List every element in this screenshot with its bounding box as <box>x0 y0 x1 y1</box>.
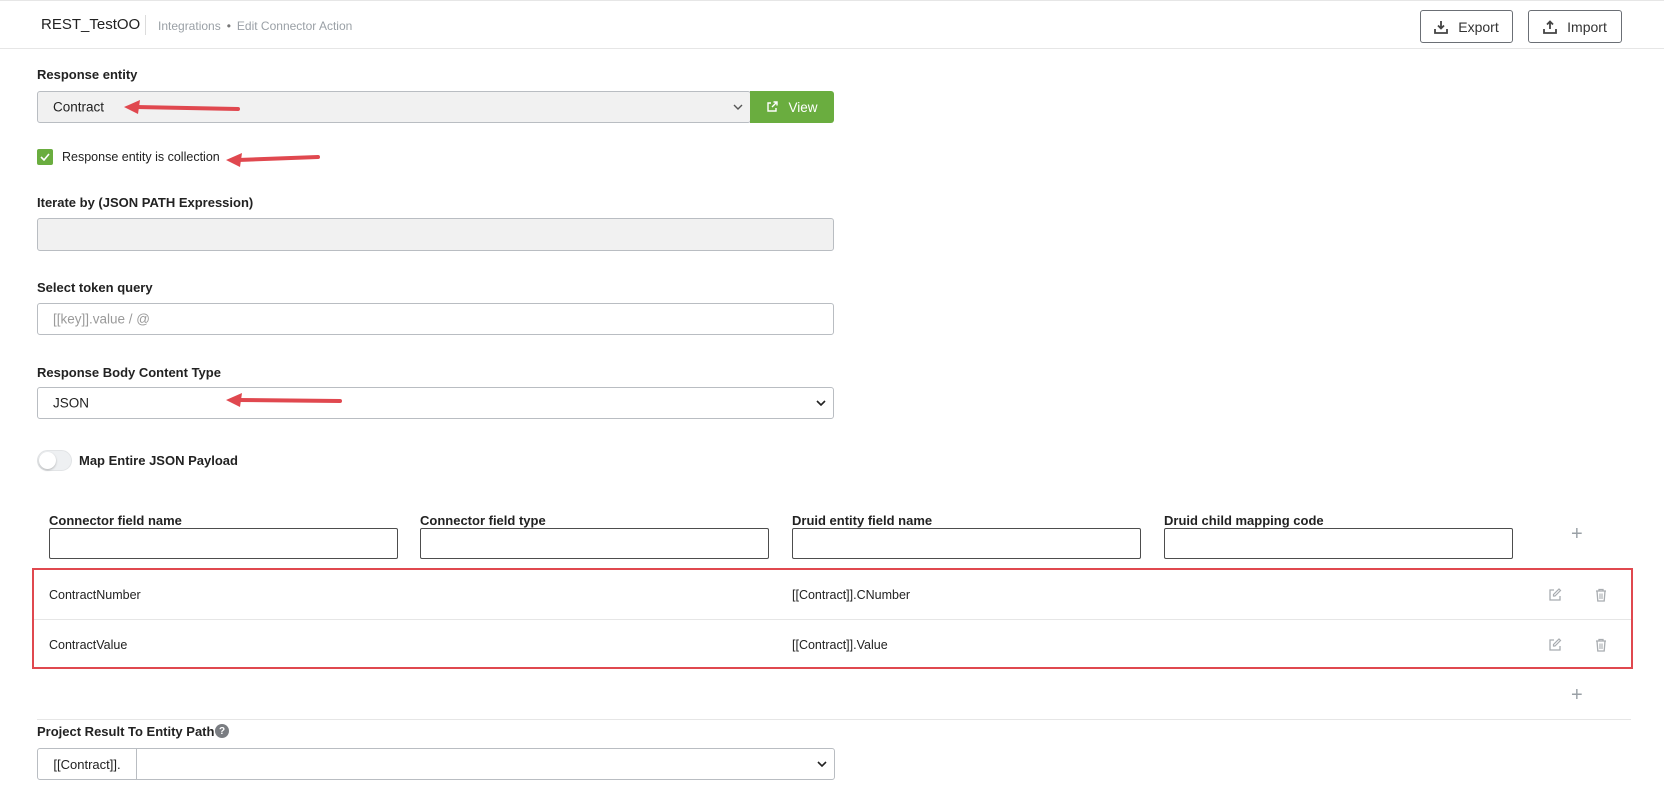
download-icon <box>1434 20 1449 34</box>
iterate-by-input <box>37 218 834 251</box>
top-bar: REST_TestOO Integrations • Edit Connector … <box>0 0 1664 49</box>
edit-icon[interactable] <box>1548 638 1562 652</box>
import-button[interactable]: Import <box>1528 10 1622 43</box>
section-divider <box>37 719 1631 720</box>
select-token-placeholder: [[key]].value / @ <box>53 311 150 327</box>
help-icon[interactable]: ? <box>215 724 229 738</box>
external-link-icon <box>767 101 779 112</box>
iterate-by-label: Iterate by (JSON PATH Expression) <box>37 195 254 210</box>
entity-path-prefix: [[Contract]]. <box>37 748 137 780</box>
edit-icon[interactable] <box>1548 587 1562 602</box>
druid-child-mapping-code-input[interactable] <box>1164 528 1513 559</box>
export-label: Export <box>1458 18 1499 35</box>
druid-field-cell: [[Contract]].Value <box>792 638 888 652</box>
connector-field-cell: ContractValue <box>49 638 128 652</box>
druid-entity-field-name-input[interactable] <box>792 528 1141 559</box>
connector-field-cell: ContractNumber <box>49 587 141 602</box>
import-label: Import <box>1567 18 1607 35</box>
upload-icon <box>1543 19 1558 34</box>
view-label: View <box>788 99 818 115</box>
select-token-label: Select token query <box>37 280 153 295</box>
content-type-label: Response Body Content Type <box>37 365 221 380</box>
annotation-arrow-icon <box>124 100 240 114</box>
breadcrumb: Integrations • Edit Connector Action <box>158 19 352 33</box>
column-druid-child-mapping-code: Druid child mapping code <box>1164 513 1324 528</box>
druid-field-cell: [[Contract]].CNumber <box>792 587 911 602</box>
is-collection-label[interactable]: Response entity is collection <box>62 150 220 164</box>
content-type-select[interactable]: JSON <box>37 387 834 419</box>
chevron-down-icon <box>816 400 826 406</box>
column-druid-entity-field-name: Druid entity field name <box>792 513 933 528</box>
response-entity-value: Contract <box>53 99 105 115</box>
table-row: ContractNumber [[Contract]].CNumber <box>34 570 1631 620</box>
project-result-label: Project Result To Entity Path <box>37 724 215 739</box>
breadcrumb-integrations[interactable]: Integrations <box>158 19 221 33</box>
map-json-payload-toggle[interactable] <box>37 450 72 471</box>
breadcrumb-current: Edit Connector Action <box>236 19 353 33</box>
chevron-down-icon <box>733 104 743 110</box>
column-connector-field-name: Connector field name <box>49 513 182 528</box>
view-entity-button[interactable]: View <box>750 91 834 123</box>
is-collection-checkbox[interactable] <box>37 149 53 165</box>
add-row-button[interactable]: + <box>1571 685 1583 705</box>
column-connector-field-type: Connector field type <box>420 513 546 528</box>
checkmark-icon <box>40 153 50 161</box>
trash-icon[interactable] <box>1595 638 1607 652</box>
table-row: ContractValue [[Contract]].Value <box>34 620 1631 670</box>
mapping-rows-highlight: ContractNumber [[Contract]].CNumber Cont… <box>32 568 1633 669</box>
select-token-input[interactable]: [[key]].value / @ <box>37 303 834 335</box>
response-entity-label: Response entity <box>37 67 138 82</box>
connector-field-name-input[interactable] <box>49 528 398 559</box>
add-mapping-button[interactable]: + <box>1571 524 1583 544</box>
breadcrumb-separator: • <box>226 19 231 33</box>
annotation-arrow-icon <box>226 393 342 407</box>
content-type-value: JSON <box>53 395 90 411</box>
app-title: REST_TestOO <box>41 16 141 33</box>
title-divider <box>145 15 146 35</box>
annotation-arrow-icon <box>226 153 320 167</box>
entity-path-select[interactable] <box>136 748 835 780</box>
map-json-payload-label: Map Entire JSON Payload <box>79 453 238 468</box>
trash-icon[interactable] <box>1595 588 1607 602</box>
chevron-down-icon <box>817 761 827 767</box>
export-button[interactable]: Export <box>1420 10 1513 43</box>
connector-field-type-input[interactable] <box>420 528 769 559</box>
toggle-knob <box>39 452 56 469</box>
